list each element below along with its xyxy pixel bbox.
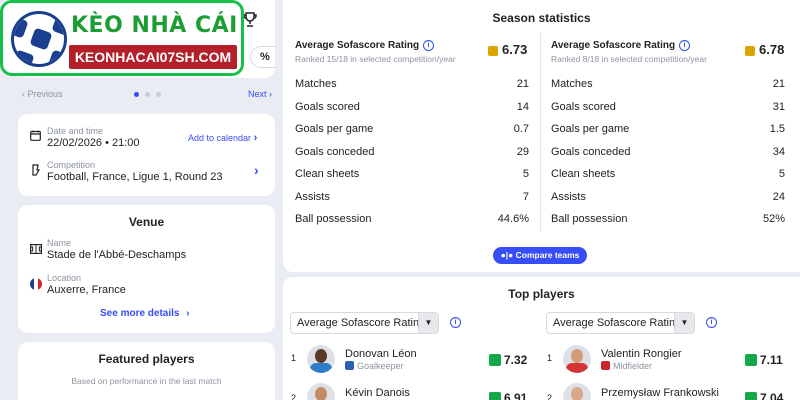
trophy-icon xyxy=(243,12,257,27)
stat-row: Assists 7 xyxy=(295,190,529,203)
soccer-ball-icon xyxy=(11,11,67,67)
venue-title: Venue xyxy=(128,215,165,229)
player-avatar xyxy=(307,383,335,400)
stat-row: Goals per game 1.5 xyxy=(551,123,785,135)
team2-rating: 6.78 xyxy=(745,42,784,57)
add-to-calendar-link[interactable]: Add to calendar › xyxy=(188,132,257,144)
percent-badge: % xyxy=(250,46,276,68)
stat-row: Clean sheets 5 xyxy=(551,168,785,180)
pagination-nav: ‹ Previous Next › xyxy=(22,88,274,102)
stat-row: Goals per game 0.7 xyxy=(295,123,529,135)
info-icon[interactable]: i xyxy=(706,317,717,328)
info-icon[interactable]: i xyxy=(423,40,434,51)
competition-icon xyxy=(32,164,40,176)
player-rank: 1 xyxy=(291,353,297,363)
featured-title: Featured players xyxy=(98,352,195,366)
team1-rating-label: Average Sofascore Rating xyxy=(295,40,420,51)
player-avatar xyxy=(563,383,591,400)
stat-row: Goals scored 31 xyxy=(551,100,785,113)
player-avatar xyxy=(563,345,591,373)
season-title: Season statistics xyxy=(492,11,591,25)
compare-icon: ●|● xyxy=(500,250,514,260)
player-score: 7.11 xyxy=(745,353,783,367)
next-button[interactable]: Next › xyxy=(248,89,272,99)
team1-rating: 6.73 xyxy=(488,42,527,57)
compare-teams-button[interactable]: ●|● Compare teams xyxy=(493,247,587,264)
site-logo[interactable]: KÈO NHÀ CÁI KEONHACAI07SH.COM xyxy=(0,0,244,76)
rating-color-box xyxy=(488,45,498,56)
stadium-icon xyxy=(30,244,42,254)
info-icon[interactable]: i xyxy=(679,40,690,51)
player-name[interactable]: Przemysław Frankowski xyxy=(601,387,719,399)
france-flag-icon xyxy=(30,278,42,290)
top-players-title: Top players xyxy=(508,287,575,301)
stat-row: Matches 21 xyxy=(551,78,785,90)
previous-button[interactable]: ‹ Previous xyxy=(22,89,63,99)
season-statistics-card: Season statistics Average Sofascore Rati… xyxy=(283,0,800,272)
stat-row: Matches 21 xyxy=(295,78,529,90)
player-name[interactable]: Valentin Rongier xyxy=(601,348,682,360)
team2-rank: Ranked 8/18 in selected competition/year xyxy=(551,54,707,64)
page-dot-active[interactable] xyxy=(134,92,139,97)
top-players-card: Top players Average Sofascore Rating ▼ i… xyxy=(283,277,800,400)
featured-players-card: Featured players Based on performance in… xyxy=(18,342,275,400)
player-avatar xyxy=(307,345,335,373)
team1-metric-select[interactable]: Average Sofascore Rating ▼ xyxy=(290,312,439,334)
stat-row: Goals scored 14 xyxy=(295,100,529,113)
venue-location-value: Auxerre, France xyxy=(47,284,126,296)
info-icon[interactable]: i xyxy=(450,317,461,328)
stat-row: Ball possession 52% xyxy=(551,213,785,225)
player-name[interactable]: Kévin Danois xyxy=(345,387,410,399)
dropdown-arrow-icon: ▼ xyxy=(418,313,438,333)
stat-row: Goals conceded 29 xyxy=(295,145,529,158)
event-info-card: Date and time 22/02/2026 • 21:00 Add to … xyxy=(18,114,275,196)
team1-rank: Ranked 15/18 in selected competition/yea… xyxy=(295,54,456,64)
logo-title: KÈO NHÀ CÁI xyxy=(71,13,238,38)
club-badge-icon xyxy=(601,361,610,370)
stat-row: Assists 24 xyxy=(551,190,785,203)
calendar-icon xyxy=(30,130,41,141)
venue-location-label: Location xyxy=(47,273,82,283)
page-dot[interactable] xyxy=(145,92,150,97)
player-rank: 1 xyxy=(547,353,553,363)
player-score: 6.91 xyxy=(489,391,527,400)
player-position: Goalkeeper xyxy=(345,361,404,371)
competition-label: Competition xyxy=(47,160,96,170)
date-value: 22/02/2026 • 21:00 xyxy=(47,137,140,149)
see-more-details-link[interactable]: See more details › xyxy=(100,308,190,319)
dropdown-arrow-icon: ▼ xyxy=(674,313,694,333)
column-divider xyxy=(540,32,541,232)
featured-subtitle: Based on performance in the last match xyxy=(71,376,222,386)
player-position: Midfielder xyxy=(601,361,652,371)
club-badge-icon xyxy=(345,361,354,370)
player-name[interactable]: Donovan Léon xyxy=(345,348,417,360)
page-dot[interactable] xyxy=(156,92,161,97)
venue-name-label: Name xyxy=(47,238,72,248)
stat-row: Clean sheets 5 xyxy=(295,168,529,180)
logo-subtitle: KEONHACAI07SH.COM xyxy=(69,45,237,69)
stat-row: Goals conceded 34 xyxy=(551,145,785,158)
player-score: 7.04 xyxy=(745,391,783,400)
team2-rating-label: Average Sofascore Rating xyxy=(551,40,676,51)
competition-chevron-icon[interactable]: › xyxy=(254,162,259,178)
competition-value: Football, France, Ligue 1, Round 23 xyxy=(47,171,223,183)
date-label: Date and time xyxy=(47,126,104,136)
player-rank: 2 xyxy=(547,393,553,400)
player-rank: 2 xyxy=(291,393,297,400)
venue-card: Venue Name Stade de l'Abbé-Deschamps Loc… xyxy=(18,205,275,333)
rating-color-box xyxy=(745,45,755,56)
stat-row: Ball possession 44.6% xyxy=(295,213,529,225)
player-score: 7.32 xyxy=(489,353,527,367)
team2-metric-select[interactable]: Average Sofascore Rating ▼ xyxy=(546,312,695,334)
venue-name-value: Stade de l'Abbé-Deschamps xyxy=(47,249,187,261)
